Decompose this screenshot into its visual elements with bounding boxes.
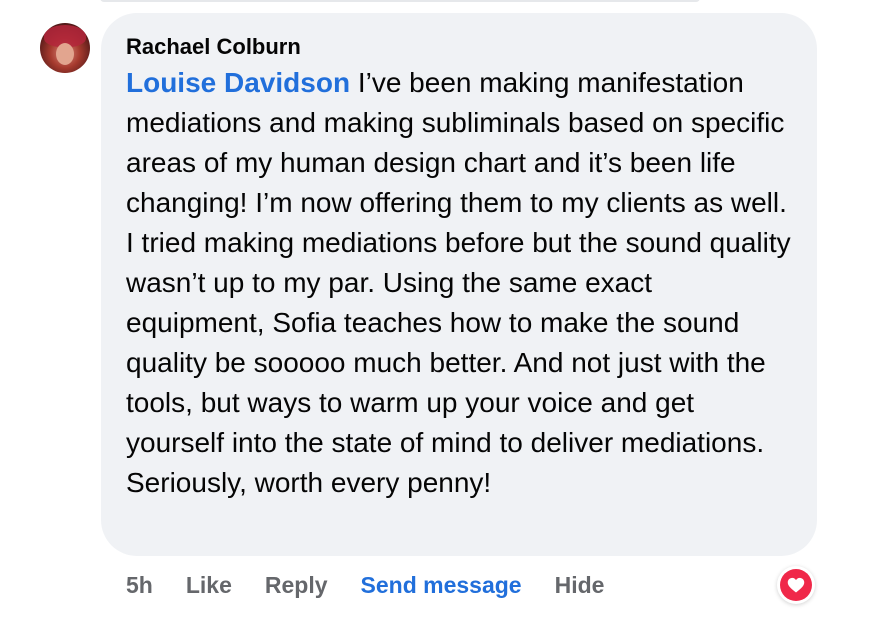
- avatar-face: [56, 43, 74, 65]
- comment-bubble: Rachael Colburn Louise Davidson I’ve bee…: [101, 13, 817, 556]
- send-message-button[interactable]: Send message: [361, 572, 522, 599]
- previous-comment-edge: [100, 0, 700, 2]
- comment-thread: Rachael Colburn Louise Davidson I’ve bee…: [0, 0, 896, 620]
- mention-link[interactable]: Louise Davidson: [126, 67, 350, 98]
- comment-body: I’ve been making manifestation mediation…: [126, 67, 791, 498]
- avatar[interactable]: [40, 23, 90, 73]
- hide-button[interactable]: Hide: [555, 572, 605, 599]
- timestamp[interactable]: 5h: [126, 572, 153, 599]
- heart-icon: [780, 569, 812, 601]
- reaction-badge[interactable]: [777, 566, 815, 604]
- like-button[interactable]: Like: [186, 572, 232, 599]
- comment-author[interactable]: Rachael Colburn: [126, 31, 793, 63]
- comment-actions: 5h Like Reply Send message Hide: [126, 568, 637, 602]
- reply-button[interactable]: Reply: [265, 572, 328, 599]
- comment-text: Louise Davidson I’ve been making manifes…: [126, 63, 793, 503]
